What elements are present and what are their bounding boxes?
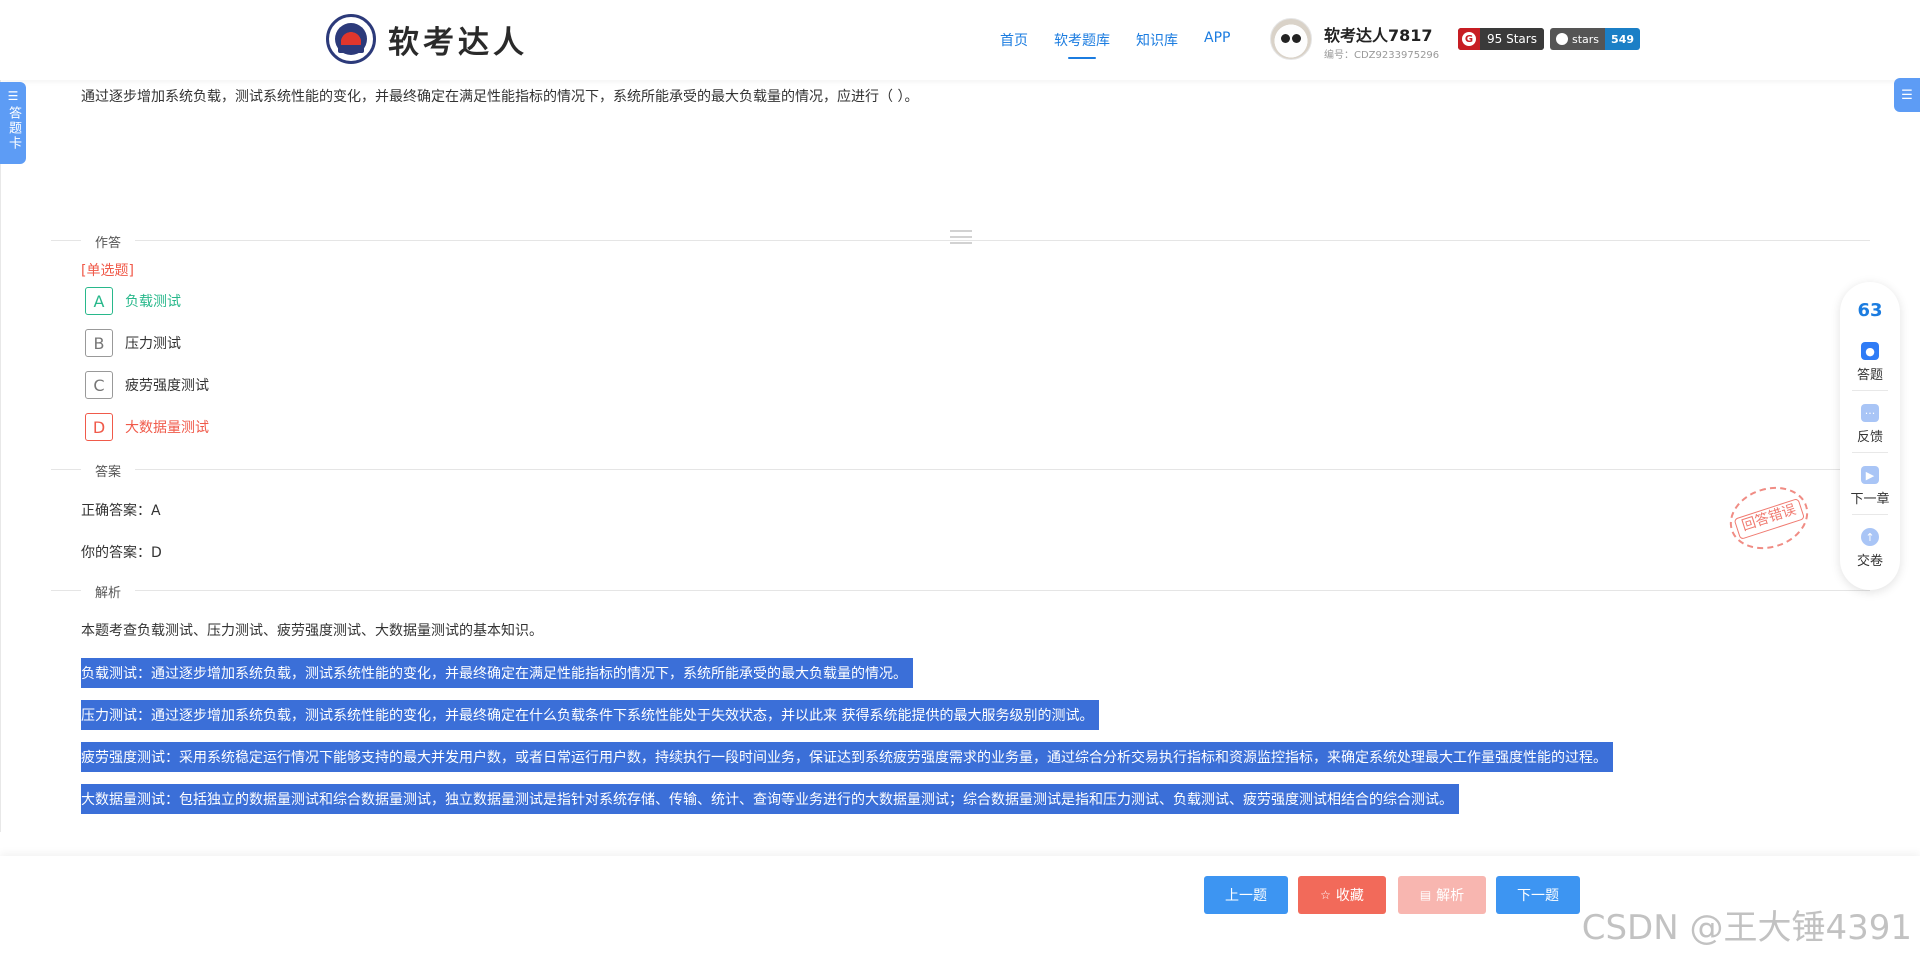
wrong-answer-stamp: 回答错误 (1721, 477, 1817, 559)
menu-icon: ☰ (1901, 87, 1913, 103)
analysis-line: 压力测试：通过逐步增加系统负载，测试系统性能的变化，并最终确定在什么负载条件下系… (81, 700, 1100, 730)
favorite-button[interactable]: ☆ 收藏 (1298, 876, 1386, 914)
question-text: 通过逐步增加系统负载，测试系统性能的变化，并最终确定在满足性能指标的情况下，系统… (81, 89, 919, 105)
key-section-title: 答案 (81, 461, 136, 480)
analysis-line: 负载测试：通过逐步增加系统负载，测试系统性能的变化，并最终确定在满足性能指标的情… (81, 658, 913, 688)
answer-section-divider: 作答 (51, 232, 1870, 251)
user-id: 编号：CDZ9233975296 (1324, 50, 1440, 61)
option-c[interactable]: C 疲劳强度测试 (85, 371, 209, 399)
avatar[interactable] (1270, 18, 1312, 60)
option-text: 大数据量测试 (125, 420, 209, 436)
nav-knowledge-base[interactable]: 知识库 (1136, 30, 1178, 50)
your-answer: 你的答案：D (81, 545, 162, 561)
option-text: 疲劳强度测试 (125, 378, 209, 394)
github-icon (1556, 33, 1568, 45)
next-question-button[interactable]: 下一题 (1496, 876, 1580, 914)
option-text: 负载测试 (125, 294, 181, 310)
option-d[interactable]: D 大数据量测试 (85, 413, 209, 441)
brand-name: 软考达人 (388, 24, 528, 61)
analysis-button[interactable]: ▤ 解析 (1398, 876, 1486, 914)
prev-question-button[interactable]: 上一题 (1204, 876, 1288, 914)
nav-app[interactable]: APP (1204, 30, 1230, 50)
upload-icon: ↑ (1861, 528, 1879, 546)
github-stars-badge[interactable]: stars 549 (1550, 28, 1641, 50)
side-toolbar: 63 ● 答题 ··· 反馈 ▶ 下一章 ↑ 交卷 (1840, 282, 1900, 590)
key-section-divider: 答案 (51, 461, 1870, 480)
answer-icon: ● (1861, 342, 1879, 360)
option-a[interactable]: A 负载测试 (85, 287, 181, 315)
document-icon: ▤ (1419, 888, 1432, 902)
option-letter: D (85, 413, 113, 441)
analysis-section-divider: 解析 (51, 582, 1870, 601)
skip-next-icon: ▶ (1861, 466, 1879, 484)
star-icon: ☆ (1320, 888, 1331, 902)
gitee-stars-badge[interactable]: G 95 Stars (1458, 28, 1544, 50)
site-logo[interactable]: 软考达人 (326, 14, 528, 64)
user-name[interactable]: 软考达人7817 (1324, 22, 1433, 46)
option-letter: C (85, 371, 113, 399)
option-letter: B (85, 329, 113, 357)
analysis-line: 疲劳强度测试：采用系统稳定运行情况下能够支持的最大并发用户数，或者日常运行用户数… (81, 742, 1613, 772)
top-header: 软考达人 首页 软考题库 知识库 APP 软考达人7817 编号：CDZ9233… (0, 0, 1920, 80)
answer-section-title: 作答 (81, 232, 136, 251)
option-text: 压力测试 (125, 336, 181, 352)
question-count: 63 (1857, 300, 1883, 321)
option-letter: A (85, 287, 113, 315)
toolbar-next-chapter[interactable]: ▶ 下一章 (1840, 466, 1900, 507)
answer-card-tab[interactable]: ☰ 答题卡 (0, 82, 26, 164)
watermark: CSDN @王大锤4391 (1581, 908, 1912, 948)
option-b[interactable]: B 压力测试 (85, 329, 181, 357)
toolbar-feedback[interactable]: ··· 反馈 (1840, 404, 1900, 445)
question-content: 通过逐步增加系统负载，测试系统性能的变化，并最终确定在满足性能指标的情况下，系统… (0, 80, 1920, 832)
right-menu-tab[interactable]: ☰ (1894, 78, 1920, 112)
toolbar-submit[interactable]: ↑ 交卷 (1840, 528, 1900, 569)
main-nav: 首页 软考题库 知识库 APP (1000, 30, 1256, 59)
correct-answer: 正确答案：A (81, 503, 161, 519)
nav-question-bank[interactable]: 软考题库 (1054, 30, 1110, 59)
resize-handle-icon[interactable] (950, 230, 972, 248)
nav-home[interactable]: 首页 (1000, 30, 1028, 50)
feedback-icon: ··· (1861, 404, 1879, 422)
menu-icon: ☰ (7, 89, 19, 103)
logo-emblem-icon (326, 14, 376, 64)
analysis-line: 大数据量测试：包括独立的数据量测试和综合数据量测试，独立数据量测试是指针对系统存… (81, 784, 1459, 814)
toolbar-answer[interactable]: ● 答题 (1840, 342, 1900, 383)
gitee-icon: G (1462, 32, 1476, 46)
analysis-section-title: 解析 (81, 582, 136, 601)
analysis-intro: 本题考查负载测试、压力测试、疲劳强度测试、大数据量测试的基本知识。 (81, 623, 543, 639)
question-type: [单选题] (81, 263, 134, 279)
